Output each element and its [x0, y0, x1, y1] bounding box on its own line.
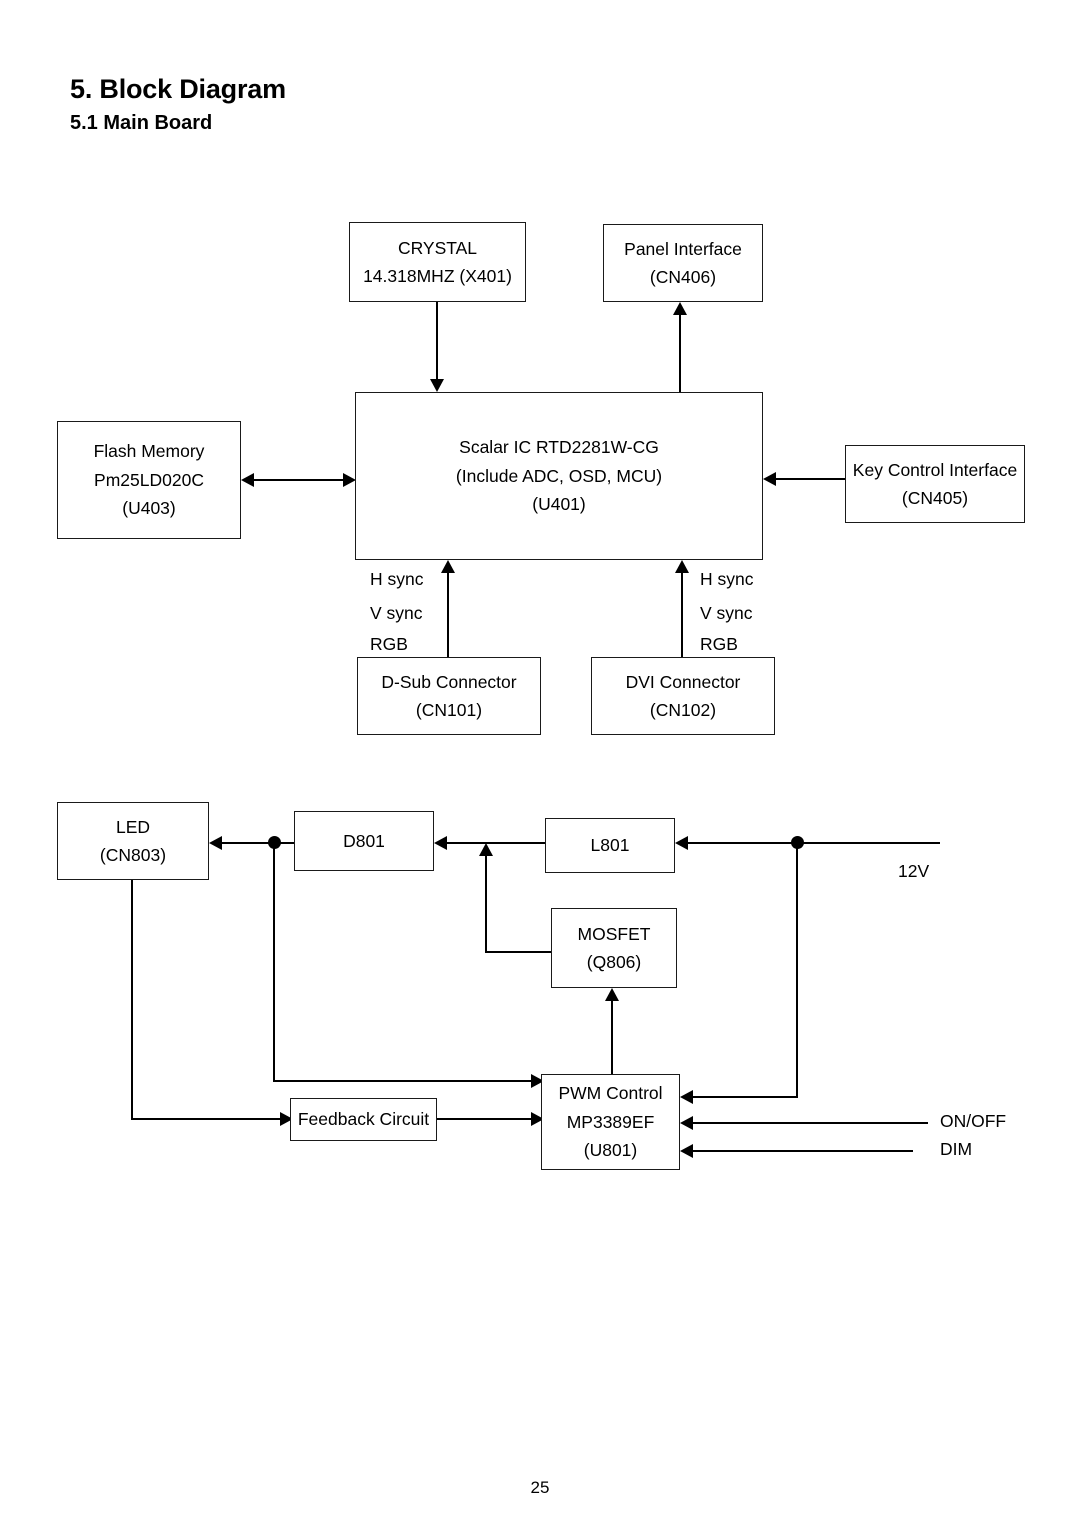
arrowhead-12v-into-pwm — [680, 1090, 693, 1104]
arrowhead-dsub-to-scalar — [441, 560, 455, 573]
block-diagram-page: 5. Block Diagram 5.1 Main Board CRYSTAL … — [0, 0, 1080, 1527]
junction-12v-rail — [791, 836, 804, 849]
label-dim: DIM — [940, 1139, 973, 1159]
wire-scalar-to-panel — [679, 315, 681, 393]
block-crystal-line-2: 14.318MHZ (X401) — [363, 266, 512, 286]
block-pwm-control-line-1: PWM Control — [558, 1083, 663, 1104]
wire-pwm-to-mosfet — [611, 1001, 613, 1075]
arrowhead-12v-to-l801 — [675, 836, 688, 850]
block-mosfet: MOSFET (Q806) — [551, 908, 677, 988]
block-dvi-connector: DVI Connector (CN102) — [591, 657, 775, 735]
block-crystal-line-1: CRYSTAL — [397, 237, 478, 258]
block-dsub-connector-line-1: D-Sub Connector — [381, 671, 517, 692]
block-flash-memory: Flash Memory Pm25LD020C (U403) — [57, 421, 241, 539]
wire-mosfet-up — [485, 856, 487, 952]
wire-12v-into-pwm — [688, 1096, 798, 1098]
block-panel-interface-line-2: (CN406) — [649, 267, 717, 287]
block-pwm-control: PWM Control MP3389EF (U801) — [541, 1074, 680, 1170]
block-flash-memory-line-3: (U403) — [122, 498, 176, 519]
arrowhead-d801-to-led — [209, 836, 222, 850]
section-subtitle: 5.1 Main Board — [70, 112, 213, 134]
wire-dsub-to-scalar — [447, 573, 449, 658]
label-12v: 12V — [898, 861, 930, 881]
label-onoff: ON/OFF — [940, 1111, 1007, 1131]
label-dvi-vsync: V sync — [700, 603, 753, 623]
wire-led-down — [131, 880, 133, 1119]
block-d801-line-1: D801 — [343, 830, 385, 851]
arrowhead-l801-to-d801 — [434, 836, 447, 850]
block-mosfet-line-1: MOSFET — [577, 923, 651, 944]
block-dsub-connector: D-Sub Connector (CN101) — [357, 657, 541, 735]
block-dsub-connector-line-2: (CN101) — [415, 700, 483, 720]
block-dvi-connector-line-2: (CN102) — [649, 700, 717, 720]
wire-node-down-to-pwm — [273, 842, 275, 1082]
label-dvi-rgb: RGB — [700, 634, 738, 654]
block-led-line-1: LED — [115, 816, 151, 837]
wire-feedback-to-pwm — [437, 1118, 535, 1120]
arrowhead-onoff-into-pwm — [680, 1116, 693, 1130]
block-flash-memory-line-1: Flash Memory — [93, 441, 205, 462]
block-dvi-connector-line-1: DVI Connector — [625, 671, 741, 692]
block-scalar-ic-line-2: (Include ADC, OSD, MCU) — [455, 465, 663, 486]
block-feedback-circuit: Feedback Circuit — [290, 1098, 437, 1141]
label-dsub-rgb: RGB — [370, 634, 408, 654]
wire-12v-to-l801 — [681, 842, 940, 844]
block-panel-interface: Panel Interface (CN406) — [603, 224, 763, 302]
arrowhead-pwm-to-mosfet — [605, 988, 619, 1001]
wire-d801-to-led — [215, 842, 294, 844]
block-led: LED (CN803) — [57, 802, 209, 880]
block-flash-memory-line-2: Pm25LD020C — [94, 469, 204, 490]
wire-dim-to-pwm — [688, 1150, 913, 1152]
block-feedback-circuit-line-1: Feedback Circuit — [297, 1109, 430, 1130]
block-scalar-ic-line-3: (U401) — [532, 494, 586, 515]
arrowhead-key-to-scalar — [763, 472, 776, 486]
arrowhead-mosfet-to-node — [479, 843, 493, 856]
block-key-control-interface-line-1: Key Control Interface — [852, 459, 1018, 480]
wire-key-to-scalar — [776, 478, 846, 480]
block-mosfet-line-2: (Q806) — [586, 952, 642, 972]
wire-onoff-to-pwm — [688, 1122, 928, 1124]
block-pwm-control-line-3: (U801) — [583, 1140, 638, 1161]
wire-12v-down — [796, 842, 798, 1098]
wire-crystal-to-scalar — [436, 302, 438, 380]
junction-d801-output — [268, 836, 281, 849]
wire-flash-to-scalar — [247, 479, 349, 481]
arrowhead-dim-into-pwm — [680, 1144, 693, 1158]
block-d801: D801 — [294, 811, 434, 871]
block-panel-interface-line-1: Panel Interface — [624, 238, 742, 259]
wire-mosfet-left — [485, 951, 553, 953]
block-scalar-ic-line-1: Scalar IC RTD2281W-CG — [459, 437, 659, 458]
block-key-control-interface-line-2: (CN405) — [901, 488, 969, 508]
arrowhead-scalar-to-panel — [673, 302, 687, 315]
block-l801: L801 — [545, 818, 675, 873]
label-dsub-vsync: V sync — [370, 603, 423, 623]
block-pwm-control-line-2: MP3389EF — [566, 1111, 655, 1132]
block-led-line-2: (CN803) — [99, 845, 167, 865]
wire-node-right-to-pwm — [273, 1080, 534, 1082]
block-crystal: CRYSTAL 14.318MHZ (X401) — [349, 222, 526, 302]
page-title: 5. Block Diagram — [70, 74, 286, 104]
page-number: 25 — [530, 1478, 550, 1497]
arrowhead-crystal-to-scalar — [430, 379, 444, 392]
block-key-control-interface: Key Control Interface (CN405) — [845, 445, 1025, 523]
wire-dvi-to-scalar — [681, 573, 683, 658]
label-dsub-hsync: H sync — [370, 569, 424, 589]
block-l801-line-1: L801 — [590, 835, 630, 856]
block-scalar-ic: Scalar IC RTD2281W-CG (Include ADC, OSD,… — [355, 392, 763, 560]
arrowhead-dvi-to-scalar — [675, 560, 689, 573]
arrowhead-scalar-to-flash — [241, 473, 254, 487]
label-dvi-hsync: H sync — [700, 569, 754, 589]
wire-led-to-feedback — [131, 1118, 283, 1120]
